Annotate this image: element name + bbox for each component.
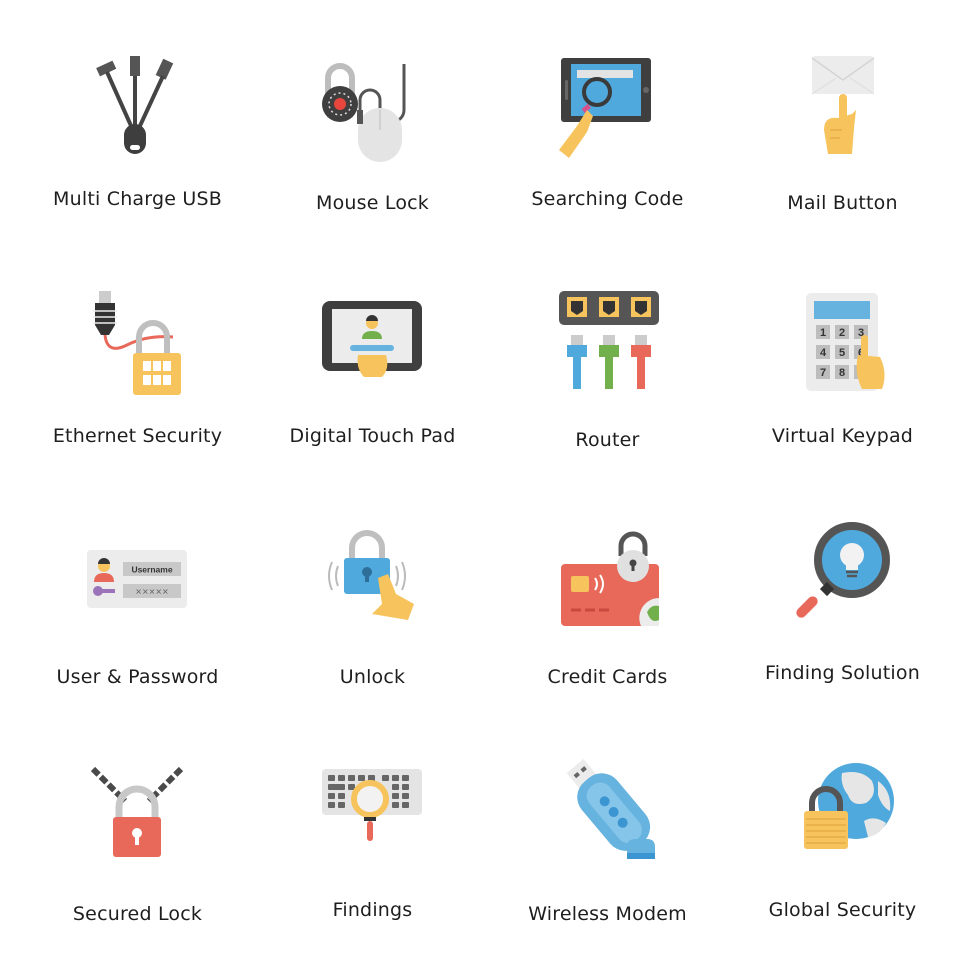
credit-cards-icon <box>561 531 659 626</box>
user-password-icon: Username ✕✕✕✕✕ <box>87 550 187 608</box>
keypad-key: 4 <box>820 347 827 359</box>
searching-code-icon <box>559 58 651 158</box>
mouse-lock-icon <box>322 63 406 162</box>
icon-tile-findings[interactable]: Findings <box>255 725 490 960</box>
icon-label: Searching Code <box>531 188 684 210</box>
multi-charge-usb-icon <box>96 56 174 154</box>
virtual-keypad-icon: 1 2 3 4 5 6 7 8 <box>806 293 885 391</box>
icon-label: Finding Solution <box>765 662 920 684</box>
unlock-icon <box>328 530 414 620</box>
icon-tile-wireless-modem[interactable]: Wireless Modem <box>490 725 725 960</box>
icon-label: Secured Lock <box>72 903 203 925</box>
router-icon <box>559 291 659 389</box>
icon-tile-multi-charge-usb[interactable]: Multi Charge USB <box>20 20 255 255</box>
icon-label: Digital Touch Pad <box>289 425 456 447</box>
icon-label: Mouse Lock <box>315 192 429 214</box>
keypad-key: 2 <box>839 327 845 339</box>
ethernet-security-icon <box>93 291 181 395</box>
icon-label: User & Password <box>56 666 219 688</box>
wireless-modem-icon <box>566 758 655 859</box>
secured-lock-icon <box>90 766 184 857</box>
icon-label: Unlock <box>339 666 406 688</box>
icon-tile-finding-solution[interactable]: Finding Solution <box>725 490 960 725</box>
finding-solution-icon <box>796 522 890 618</box>
icon-tile-digital-touch-pad[interactable]: Digital Touch Pad <box>255 255 490 490</box>
icon-tile-mouse-lock[interactable]: Mouse Lock <box>255 20 490 255</box>
keypad-key: 8 <box>839 367 845 379</box>
keypad-key: 7 <box>820 367 826 379</box>
findings-icon <box>322 769 422 841</box>
icon-tile-mail-button[interactable]: Mail Button <box>725 20 960 255</box>
username-field-text: Username <box>131 565 172 575</box>
digital-touch-pad-icon <box>322 301 422 377</box>
icon-tile-searching-code[interactable]: Searching Code <box>490 20 725 255</box>
icon-tile-router[interactable]: Router <box>490 255 725 490</box>
icon-label: Credit Cards <box>547 666 668 688</box>
icon-label: Ethernet Security <box>52 425 223 447</box>
icon-tile-secured-lock[interactable]: Secured Lock <box>20 725 255 960</box>
icon-label: Virtual Keypad <box>771 425 914 447</box>
icon-label: Router <box>575 429 640 451</box>
icon-tile-credit-cards[interactable]: Credit Cards <box>490 490 725 725</box>
icon-tile-unlock[interactable]: Unlock <box>255 490 490 725</box>
icon-label: Mail Button <box>787 192 898 214</box>
keypad-key: 5 <box>839 347 845 359</box>
icon-label: Multi Charge USB <box>53 188 222 210</box>
icon-tile-global-security[interactable]: Global Security <box>725 725 960 960</box>
icon-label: Global Security <box>768 899 917 921</box>
icon-tile-virtual-keypad[interactable]: 1 2 3 4 5 6 7 8 Virtual Keypad <box>725 255 960 490</box>
icon-grid: Multi Charge USB Mouse Lock Searching Co… <box>20 20 960 960</box>
keypad-key: 1 <box>820 327 826 339</box>
mail-button-icon <box>811 56 875 154</box>
password-field-text: ✕✕✕✕✕ <box>135 588 169 597</box>
global-security-icon <box>804 763 894 849</box>
icon-label: Wireless Modem <box>528 903 687 925</box>
icon-tile-user-password[interactable]: Username ✕✕✕✕✕ User & Password <box>20 490 255 725</box>
icon-label: Findings <box>332 899 413 921</box>
icon-tile-ethernet-security[interactable]: Ethernet Security <box>20 255 255 490</box>
